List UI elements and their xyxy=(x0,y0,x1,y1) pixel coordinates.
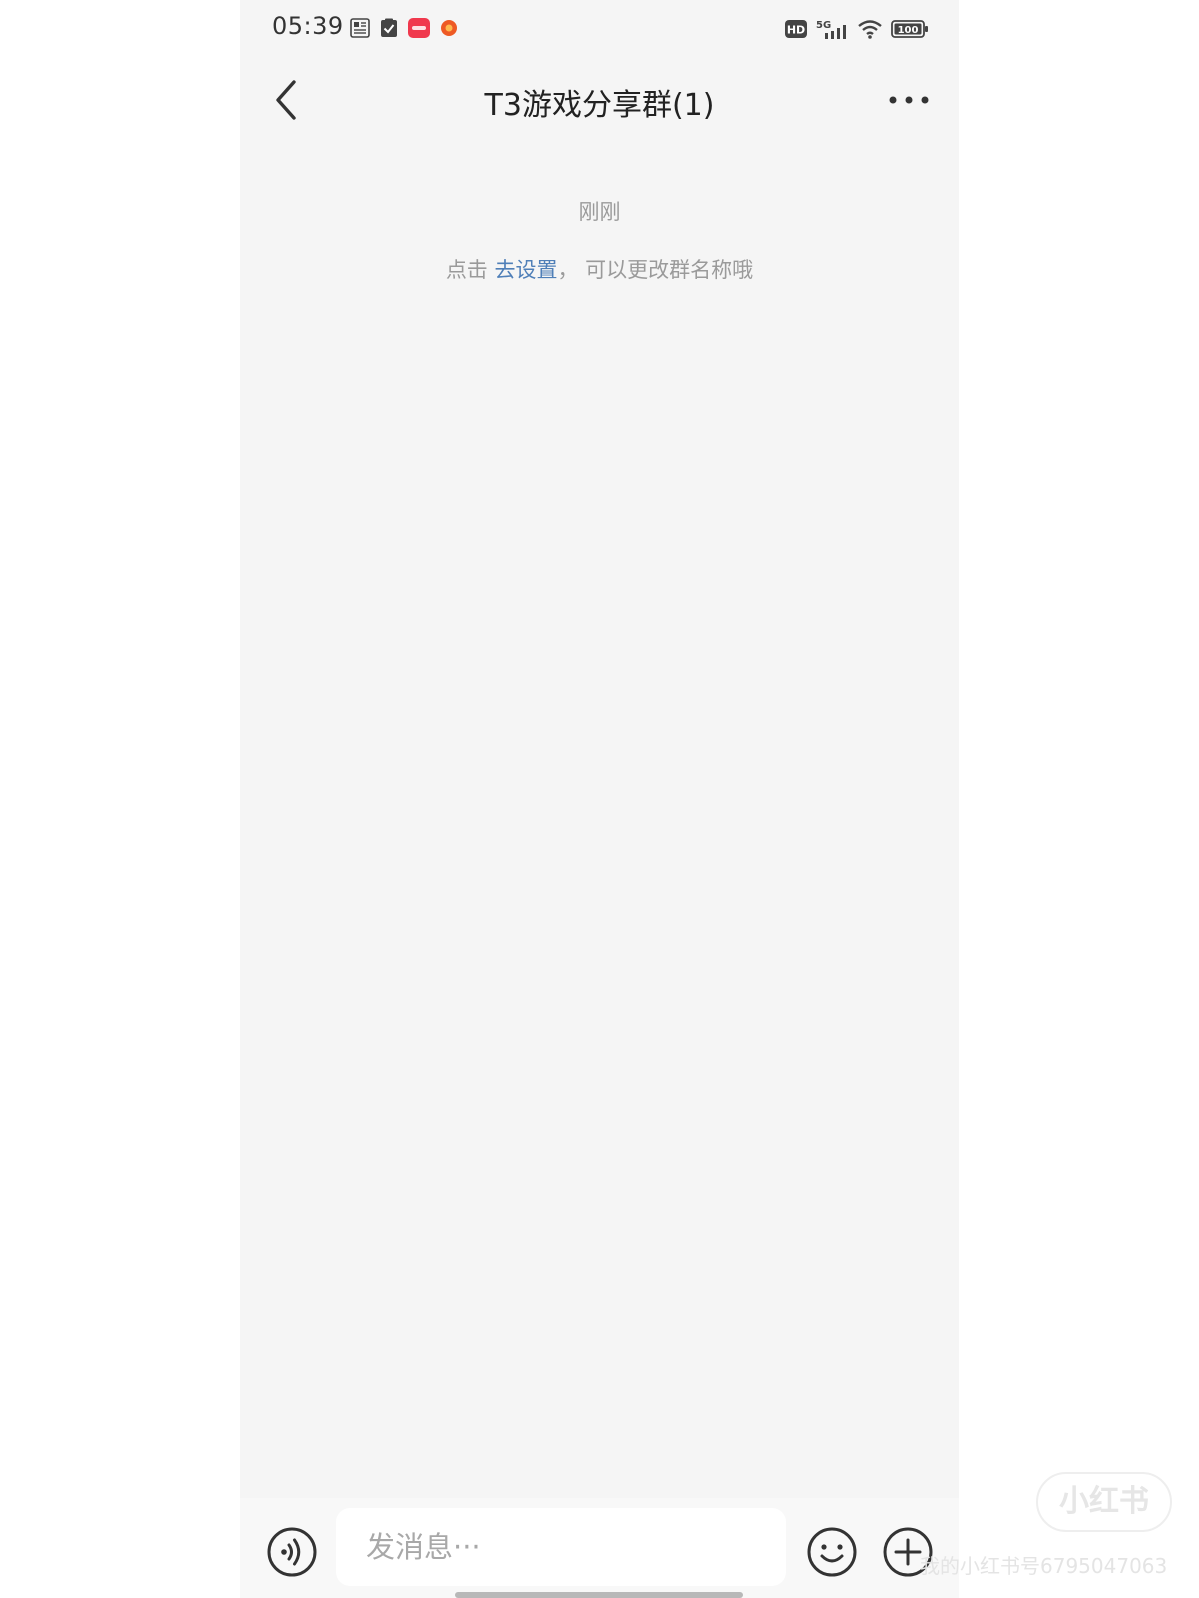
chat-header: T3游戏分享群(1) xyxy=(240,62,959,142)
chat-title: T3游戏分享群(1) xyxy=(484,88,715,123)
watermark-text: 我的小红书号6795047063 xyxy=(920,1554,1168,1578)
status-system-icons: HD 5G 100 xyxy=(785,18,929,44)
status-notification-icons xyxy=(350,18,458,42)
notice-prefix: 点击 xyxy=(445,258,495,282)
status-bar: 05:39 HD 5G 100 xyxy=(240,0,959,58)
hd-icon: HD xyxy=(785,20,807,42)
hd-label: HD xyxy=(787,24,805,37)
message-input[interactable] xyxy=(336,1508,786,1586)
more-options-button[interactable] xyxy=(881,76,937,124)
system-notice: 点击 去设置， 可以更改群名称哦 xyxy=(240,254,959,284)
home-indicator[interactable] xyxy=(455,1592,743,1598)
watermark-logo: 小红书 xyxy=(1036,1472,1172,1532)
red-app-icon xyxy=(408,18,430,42)
emoji-icon xyxy=(807,1527,857,1577)
phone-screen: 05:39 HD 5G 100 T3游戏分享群(1) 刚刚 点击 去设置， 可以… xyxy=(240,0,959,1598)
emoji-button[interactable] xyxy=(806,1526,858,1578)
notice-suffix: ， 可以更改群名称哦 xyxy=(557,258,754,282)
message-time-label: 刚刚 xyxy=(578,200,621,224)
news-icon xyxy=(350,18,370,42)
battery-label: 100 xyxy=(898,25,919,36)
message-input-bar xyxy=(240,1498,959,1598)
battery-icon: 100 xyxy=(891,19,929,43)
5g-signal-icon: 5G xyxy=(815,18,849,44)
screen: 05:39 HD 5G 100 T3游戏分享群(1) 刚刚 点击 去设置， 可以… xyxy=(0,0,1199,1598)
go-settings-link[interactable]: 去设置 xyxy=(495,258,558,282)
voice-button[interactable] xyxy=(266,1526,318,1578)
orange-app-icon xyxy=(440,19,458,41)
network-label: 5G xyxy=(816,20,831,31)
status-time: 05:39 xyxy=(272,12,344,40)
wifi-icon xyxy=(857,19,883,43)
more-dots-icon xyxy=(889,96,929,104)
clipboard-check-icon xyxy=(380,18,398,42)
voice-icon xyxy=(267,1527,317,1577)
